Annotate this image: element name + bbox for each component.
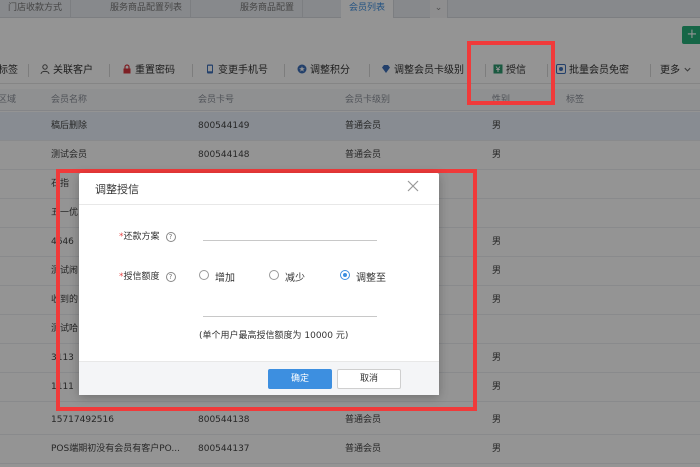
radio-adjust-to-label[interactable]: 调整至 xyxy=(356,269,386,284)
repay-label: *还款方案? xyxy=(119,229,176,242)
credit-limit-label-text: 授信额度 xyxy=(123,272,160,282)
cancel-button[interactable]: 取消 xyxy=(337,369,401,389)
credit-amount-input[interactable] xyxy=(203,316,377,317)
help-icon[interactable]: ? xyxy=(165,232,176,242)
annotation-box-credit xyxy=(467,41,555,105)
dialog-footer: 确定 取消 xyxy=(79,361,439,395)
adjust-credit-dialog: 调整授信 *还款方案? *授信额度? 增加 减少 调整至 (单个用户最高授信额度… xyxy=(79,173,439,395)
help-icon[interactable]: ? xyxy=(165,272,176,282)
credit-limit-label: *授信额度? xyxy=(119,269,176,282)
dialog-title: 调整授信 xyxy=(95,183,139,196)
credit-limit-hint: (单个用户最高授信额度为 10000 元) xyxy=(199,331,349,341)
dialog-divider xyxy=(79,204,439,205)
repay-label-text: 还款方案 xyxy=(123,232,160,242)
confirm-button[interactable]: 确定 xyxy=(268,369,332,389)
radio-adjust-to[interactable] xyxy=(340,270,350,280)
radio-increase-label[interactable]: 增加 xyxy=(215,269,235,284)
repay-plan-input[interactable] xyxy=(203,240,377,241)
close-icon[interactable] xyxy=(405,178,421,194)
radio-decrease[interactable] xyxy=(269,270,279,280)
radio-increase[interactable] xyxy=(199,270,209,280)
radio-decrease-label[interactable]: 减少 xyxy=(285,269,305,284)
